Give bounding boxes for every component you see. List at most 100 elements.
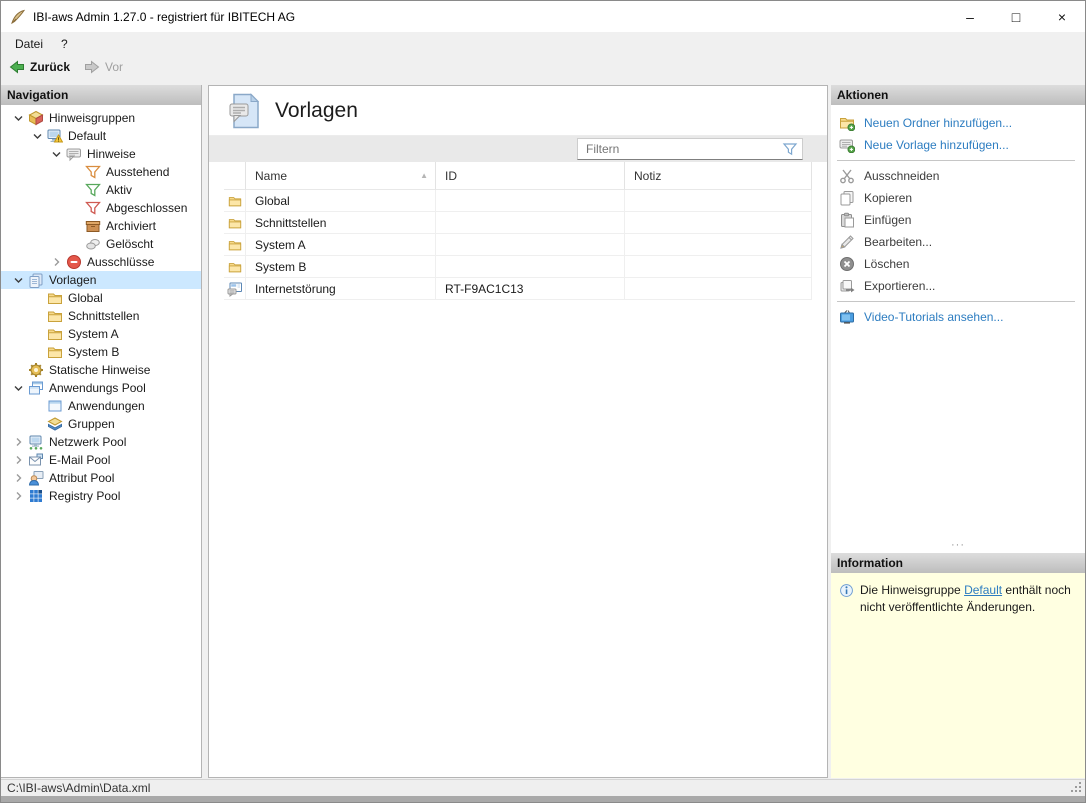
nav-item-email-pool[interactable]: E-Mail Pool: [1, 451, 201, 469]
folder-icon: [227, 260, 243, 274]
clipboard-icon: [839, 212, 855, 228]
table-row[interactable]: System A: [224, 234, 812, 256]
action-paste[interactable]: Einfügen: [831, 209, 1085, 231]
groups-layers-icon: [47, 416, 63, 432]
table-row[interactable]: Internetstörung RT-F9AC1C13: [224, 278, 812, 300]
filter-field: [577, 138, 803, 160]
forward-label: Vor: [105, 60, 123, 74]
nav-item-attribut-pool[interactable]: Attribut Pool: [1, 469, 201, 487]
pencil-icon: [839, 234, 855, 250]
nav-item-system-a[interactable]: System A: [1, 325, 201, 343]
chevron-right-icon[interactable]: [9, 434, 28, 450]
filter-bar: [209, 136, 827, 162]
action-copy[interactable]: Kopieren: [831, 187, 1085, 209]
nav-item-netzwerk-pool[interactable]: Netzwerk Pool: [1, 433, 201, 451]
actions-separator: [837, 301, 1075, 302]
template-icon: [227, 281, 243, 297]
default-group-link[interactable]: Default: [964, 583, 1002, 597]
nav-item-global[interactable]: Global: [1, 289, 201, 307]
minimize-button[interactable]: –: [947, 1, 993, 32]
nav-item-hinweisgruppen[interactable]: Hinweisgruppen: [1, 109, 201, 127]
information-panel: Die Hinweisgruppe Default enthält noch n…: [831, 573, 1085, 778]
default-group-icon: [47, 128, 63, 144]
nav-item-vorlagen[interactable]: Vorlagen: [1, 271, 201, 289]
registry-grid-icon: [28, 488, 44, 504]
toolbar: Zurück Vor: [1, 55, 1085, 79]
panel-splitter[interactable]: ···: [831, 542, 1085, 553]
column-header-icon[interactable]: [224, 162, 246, 190]
menu-help[interactable]: ?: [52, 37, 77, 51]
folder-icon: [227, 216, 243, 230]
chevron-down-icon[interactable]: [47, 146, 66, 162]
nav-item-gruppen[interactable]: Gruppen: [1, 415, 201, 433]
forward-button[interactable]: Vor: [84, 59, 123, 75]
app-window: IBI-aws Admin 1.27.0 - registriert für I…: [0, 0, 1086, 803]
chevron-right-icon[interactable]: [9, 470, 28, 486]
action-cut[interactable]: Ausschneiden: [831, 165, 1085, 187]
nav-item-anwendungs-pool[interactable]: Anwendungs Pool: [1, 379, 201, 397]
nav-item-geloescht[interactable]: Gelöscht: [1, 235, 201, 253]
chevron-right-icon[interactable]: [47, 254, 66, 270]
email-icon: [28, 452, 44, 468]
resize-grip[interactable]: [1070, 781, 1083, 794]
nav-item-ausschluesse[interactable]: Ausschlüsse: [1, 253, 201, 271]
vorlagen-pages-icon: [28, 272, 44, 288]
chevron-down-icon[interactable]: [9, 272, 28, 288]
nav-item-hinweise[interactable]: Hinweise: [1, 145, 201, 163]
table-row[interactable]: System B: [224, 256, 812, 278]
nav-item-aktiv[interactable]: Aktiv: [1, 181, 201, 199]
funnel-red-icon: [85, 200, 101, 216]
nav-item-abgeschlossen[interactable]: Abgeschlossen: [1, 199, 201, 217]
window-bottom-edge: [1, 796, 1085, 802]
filter-input[interactable]: [578, 142, 782, 156]
nav-item-anwendungen[interactable]: Anwendungen: [1, 397, 201, 415]
navigation-header: Navigation: [1, 85, 201, 105]
column-header-notiz[interactable]: Notiz: [625, 162, 812, 190]
table-row[interactable]: Global: [224, 190, 812, 212]
folder-icon: [47, 326, 63, 342]
table-row[interactable]: Schnittstellen: [224, 212, 812, 234]
chevron-down-icon[interactable]: [28, 128, 47, 144]
chevron-right-icon[interactable]: [9, 452, 28, 468]
action-video-tutorials[interactable]: Video-Tutorials ansehen...: [831, 306, 1085, 328]
nav-item-default[interactable]: Default: [1, 127, 201, 145]
nav-item-registry-pool[interactable]: Registry Pool: [1, 487, 201, 505]
back-arrow-icon: [9, 59, 25, 75]
nav-item-statische-hinweise[interactable]: Statische Hinweise: [1, 361, 201, 379]
scissors-icon: [839, 168, 855, 184]
actions-separator: [837, 160, 1075, 161]
window-controls: – □ ×: [947, 1, 1085, 32]
folder-plus-icon: [839, 115, 855, 131]
nav-item-ausstehend[interactable]: Ausstehend: [1, 163, 201, 181]
nav-item-schnittstellen[interactable]: Schnittstellen: [1, 307, 201, 325]
column-header-name[interactable]: Name ▲: [246, 162, 436, 190]
menu-bar: Datei ?: [1, 32, 1085, 55]
back-label: Zurück: [30, 60, 70, 74]
forward-arrow-icon: [84, 59, 100, 75]
information-header: Information: [831, 553, 1085, 573]
close-button[interactable]: ×: [1039, 1, 1085, 32]
chevron-down-icon[interactable]: [9, 380, 28, 396]
action-delete[interactable]: Löschen: [831, 253, 1085, 275]
action-add-folder[interactable]: Neuen Ordner hinzufügen...: [831, 112, 1085, 134]
app-icon: [10, 9, 26, 25]
exclusion-minus-icon: [66, 254, 82, 270]
nav-item-system-b[interactable]: System B: [1, 343, 201, 361]
nav-item-archiviert[interactable]: Archiviert: [1, 217, 201, 235]
chevron-right-icon[interactable]: [9, 488, 28, 504]
action-add-template[interactable]: Neue Vorlage hinzufügen...: [831, 134, 1085, 156]
filter-funnel-icon[interactable]: [782, 141, 798, 157]
funnel-orange-icon: [85, 164, 101, 180]
column-header-id[interactable]: ID: [436, 162, 625, 190]
folder-icon: [47, 308, 63, 324]
folder-icon: [47, 290, 63, 306]
back-button[interactable]: Zurück: [9, 59, 70, 75]
chevron-down-icon[interactable]: [9, 110, 28, 126]
menu-datei[interactable]: Datei: [6, 37, 52, 51]
deleted-icon: [85, 236, 101, 252]
action-edit[interactable]: Bearbeiten...: [831, 231, 1085, 253]
maximize-button[interactable]: □: [993, 1, 1039, 32]
action-export[interactable]: Exportieren...: [831, 275, 1085, 297]
archive-box-icon: [85, 218, 101, 234]
hinweise-bubble-icon: [66, 146, 82, 162]
